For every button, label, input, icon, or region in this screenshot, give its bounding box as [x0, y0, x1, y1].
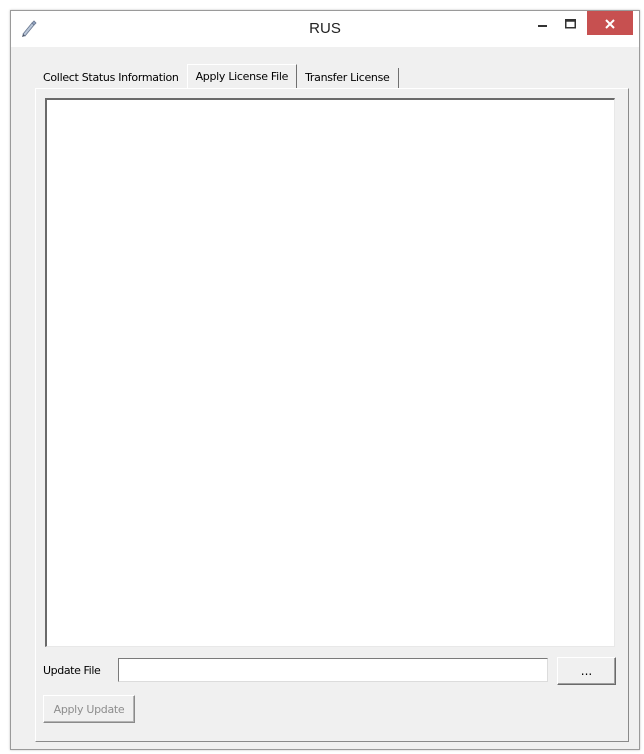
maximize-button[interactable]	[559, 11, 583, 35]
update-file-input[interactable]	[118, 658, 548, 682]
minimize-icon	[538, 14, 548, 33]
tab-strip: Collect Status Information Apply License…	[35, 64, 399, 88]
apply-update-button[interactable]: Apply Update	[43, 695, 135, 723]
title-bar[interactable]: RUS	[11, 11, 639, 47]
close-icon	[605, 14, 615, 33]
license-output-area[interactable]	[45, 98, 615, 647]
tab-collect-status-information[interactable]: Collect Status Information	[35, 68, 187, 88]
update-file-label: Update File	[43, 664, 101, 677]
apply-license-panel: Update File ... Apply Update	[35, 88, 629, 742]
tab-transfer-license[interactable]: Transfer License	[297, 68, 399, 88]
tab-apply-license-file[interactable]: Apply License File	[186, 64, 298, 88]
rus-window: RUS Collect Status Information Apply Lic…	[10, 10, 640, 750]
minimize-button[interactable]	[532, 11, 554, 35]
close-button[interactable]	[587, 11, 633, 35]
maximize-icon	[565, 14, 577, 33]
browse-button[interactable]: ...	[557, 657, 616, 685]
